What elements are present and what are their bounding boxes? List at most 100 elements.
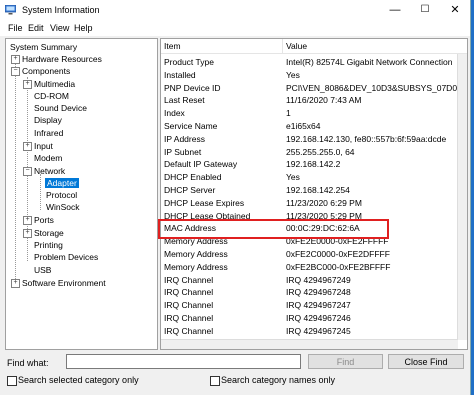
tree-item-display[interactable]: Display	[34, 114, 62, 126]
item-cell: IRQ Channel	[164, 287, 214, 298]
tree-item-adapter[interactable]: Adapter	[45, 177, 79, 189]
table-row[interactable]: IRQ Channel IRQ 4294967248	[161, 286, 458, 298]
vertical-scrollbar[interactable]	[457, 54, 467, 340]
collapse-icon[interactable]: +	[23, 229, 32, 238]
table-row[interactable]: Service Name e1i65x64	[161, 120, 458, 132]
mac-address-highlight	[158, 219, 389, 239]
find-what-label: Find what:	[7, 358, 49, 368]
item-cell: IRQ Channel	[164, 313, 214, 323]
collapse-icon[interactable]: +	[11, 55, 20, 64]
details-list[interactable]: Item Value Product Type Intel(R) 82574L G…	[160, 38, 468, 350]
window-title: System Information	[22, 5, 100, 15]
tree-item-hardware-resources[interactable]: Hardware Resources	[22, 53, 102, 65]
system-information-icon	[5, 5, 16, 15]
table-row[interactable]: IRQ Channel IRQ 4294967246	[161, 312, 458, 324]
value-cell: IRQ 4294967246	[286, 313, 351, 323]
minimize-button[interactable]: —	[380, 0, 410, 20]
tree-item-cdrom[interactable]: CD-ROM	[34, 90, 69, 102]
column-header-item[interactable]: Item	[161, 39, 283, 54]
value-cell: 0xFE2C0000-0xFE2DFFFF	[286, 249, 390, 259]
item-cell: DHCP Server	[164, 185, 216, 195]
table-row[interactable]: PNP Device ID PCI\VEN_8086&DEV_10D3&SUBSY…	[161, 82, 467, 94]
tree-item-system-summary[interactable]: System Summary	[10, 41, 77, 53]
tree-item-components[interactable]: Components	[22, 65, 70, 77]
collapse-icon[interactable]: +	[11, 279, 20, 288]
tree-item-storage[interactable]: Storage	[34, 227, 64, 239]
expand-icon[interactable]: −	[11, 67, 20, 76]
search-selected-checkbox[interactable]	[7, 376, 17, 386]
table-row[interactable]: IRQ Channel IRQ 4294967245	[161, 325, 458, 337]
item-cell: Product Type	[164, 57, 214, 67]
maximize-button[interactable]: ☐	[410, 0, 440, 20]
table-row[interactable]: DHCP Lease Expires 11/23/2020 6:29 PM	[161, 197, 458, 209]
item-cell: Last Reset	[164, 95, 205, 106]
tree-line	[15, 64, 16, 281]
menu-bar: File Edit View Help	[0, 20, 470, 36]
system-information-window: System Information — ☐ ✕ File Edit View …	[0, 0, 471, 395]
table-row[interactable]: IRQ Channel IRQ 4294967249	[161, 274, 458, 286]
selected-label: Adapter	[45, 178, 79, 188]
table-row[interactable]: Default IP Gateway 192.168.142.2	[161, 158, 458, 170]
value-cell: IRQ 4294967249	[286, 274, 351, 285]
menu-file[interactable]: File	[8, 23, 23, 33]
tree-item-multimedia[interactable]: Multimedia	[34, 78, 75, 90]
value-cell: IRQ 4294967248	[286, 287, 351, 298]
value-cell: 192.168.142.2	[286, 159, 341, 170]
item-cell: DHCP Lease Expires	[164, 197, 245, 208]
tree-item-modem[interactable]: Modem	[34, 152, 62, 164]
item-cell: IRQ Channel	[164, 300, 214, 311]
tree-item-problem-devices[interactable]: Problem Devices	[34, 251, 98, 263]
table-row[interactable]: Last Reset 11/16/2020 7:43 AM	[161, 94, 458, 106]
close-button[interactable]: ✕	[440, 0, 470, 20]
search-names-checkbox[interactable]	[210, 376, 220, 386]
value-cell: 1	[286, 108, 291, 119]
value-cell: 255.255.255.0, 64	[286, 146, 355, 157]
horizontal-scrollbar[interactable]	[161, 339, 458, 349]
table-row[interactable]: DHCP Server 192.168.142.254	[161, 184, 458, 196]
expand-icon[interactable]: −	[23, 167, 32, 176]
menu-view[interactable]: View	[50, 23, 69, 33]
collapse-icon[interactable]: +	[23, 216, 32, 225]
category-tree[interactable]: System Summary + Hardware Resources − Co…	[5, 38, 158, 350]
collapse-icon[interactable]: +	[23, 142, 32, 151]
value-cell: 11/16/2020 7:43 AM	[286, 95, 362, 106]
tree-item-printing[interactable]: Printing	[34, 239, 63, 251]
item-cell: Service Name	[164, 121, 218, 131]
close-find-button[interactable]: Close Find	[388, 354, 464, 369]
value-cell: 11/23/2020 6:29 PM	[286, 197, 362, 208]
menu-help[interactable]: Help	[74, 23, 93, 33]
title-bar[interactable]: System Information — ☐ ✕	[0, 0, 470, 20]
value-cell: 192.168.142.254	[286, 185, 350, 195]
find-what-input[interactable]	[66, 354, 301, 369]
table-row[interactable]: Memory Address 0xFE2BC000-0xFE2BFFFF	[161, 261, 458, 273]
collapse-icon[interactable]: +	[23, 80, 32, 89]
tree-item-infrared[interactable]: Infrared	[34, 127, 63, 139]
find-button[interactable]: Find	[308, 354, 383, 369]
table-row[interactable]: Index 1	[161, 107, 458, 119]
tree-item-protocol[interactable]: Protocol	[46, 189, 77, 201]
menu-edit[interactable]: Edit	[28, 23, 44, 33]
table-row[interactable]: IRQ Channel IRQ 4294967247	[161, 299, 458, 311]
tree-item-input[interactable]: Input	[34, 140, 53, 152]
tree-item-software-environment[interactable]: Software Environment	[22, 277, 106, 289]
column-header-value[interactable]: Value	[283, 39, 467, 54]
item-cell: IP Address	[164, 133, 205, 144]
table-row[interactable]: DHCP Enabled Yes	[161, 171, 458, 183]
tree-item-winsock[interactable]: WinSock	[46, 201, 80, 213]
tree-item-usb[interactable]: USB	[34, 264, 51, 276]
item-cell: IRQ Channel	[164, 274, 214, 285]
value-cell: Intel(R) 82574L Gigabit Network Connecti…	[286, 57, 453, 67]
table-row[interactable]: IP Subnet 255.255.255.0, 64	[161, 146, 458, 158]
table-row[interactable]: IP Address 192.168.142.130, fe80::557b:6f…	[161, 133, 458, 145]
item-cell: DHCP Enabled	[164, 172, 222, 183]
value-cell: Yes	[286, 69, 300, 80]
search-names-label: Search category names only	[221, 375, 336, 385]
table-row[interactable]: Memory Address 0xFE2C0000-0xFE2DFFFF	[161, 248, 458, 260]
tree-item-sound-device[interactable]: Sound Device	[34, 102, 87, 114]
tree-item-ports[interactable]: Ports	[34, 214, 54, 226]
tree-item-network[interactable]: Network	[34, 165, 65, 177]
item-cell: IRQ Channel	[164, 325, 214, 336]
value-cell: PCI\VEN_8086&DEV_10D3&SUBSYS_07D015AD	[286, 82, 468, 93]
table-row[interactable]: Product Type Intel(R) 82574L Gigabit Netw…	[161, 56, 458, 68]
table-row[interactable]: Installed Yes	[161, 69, 458, 81]
